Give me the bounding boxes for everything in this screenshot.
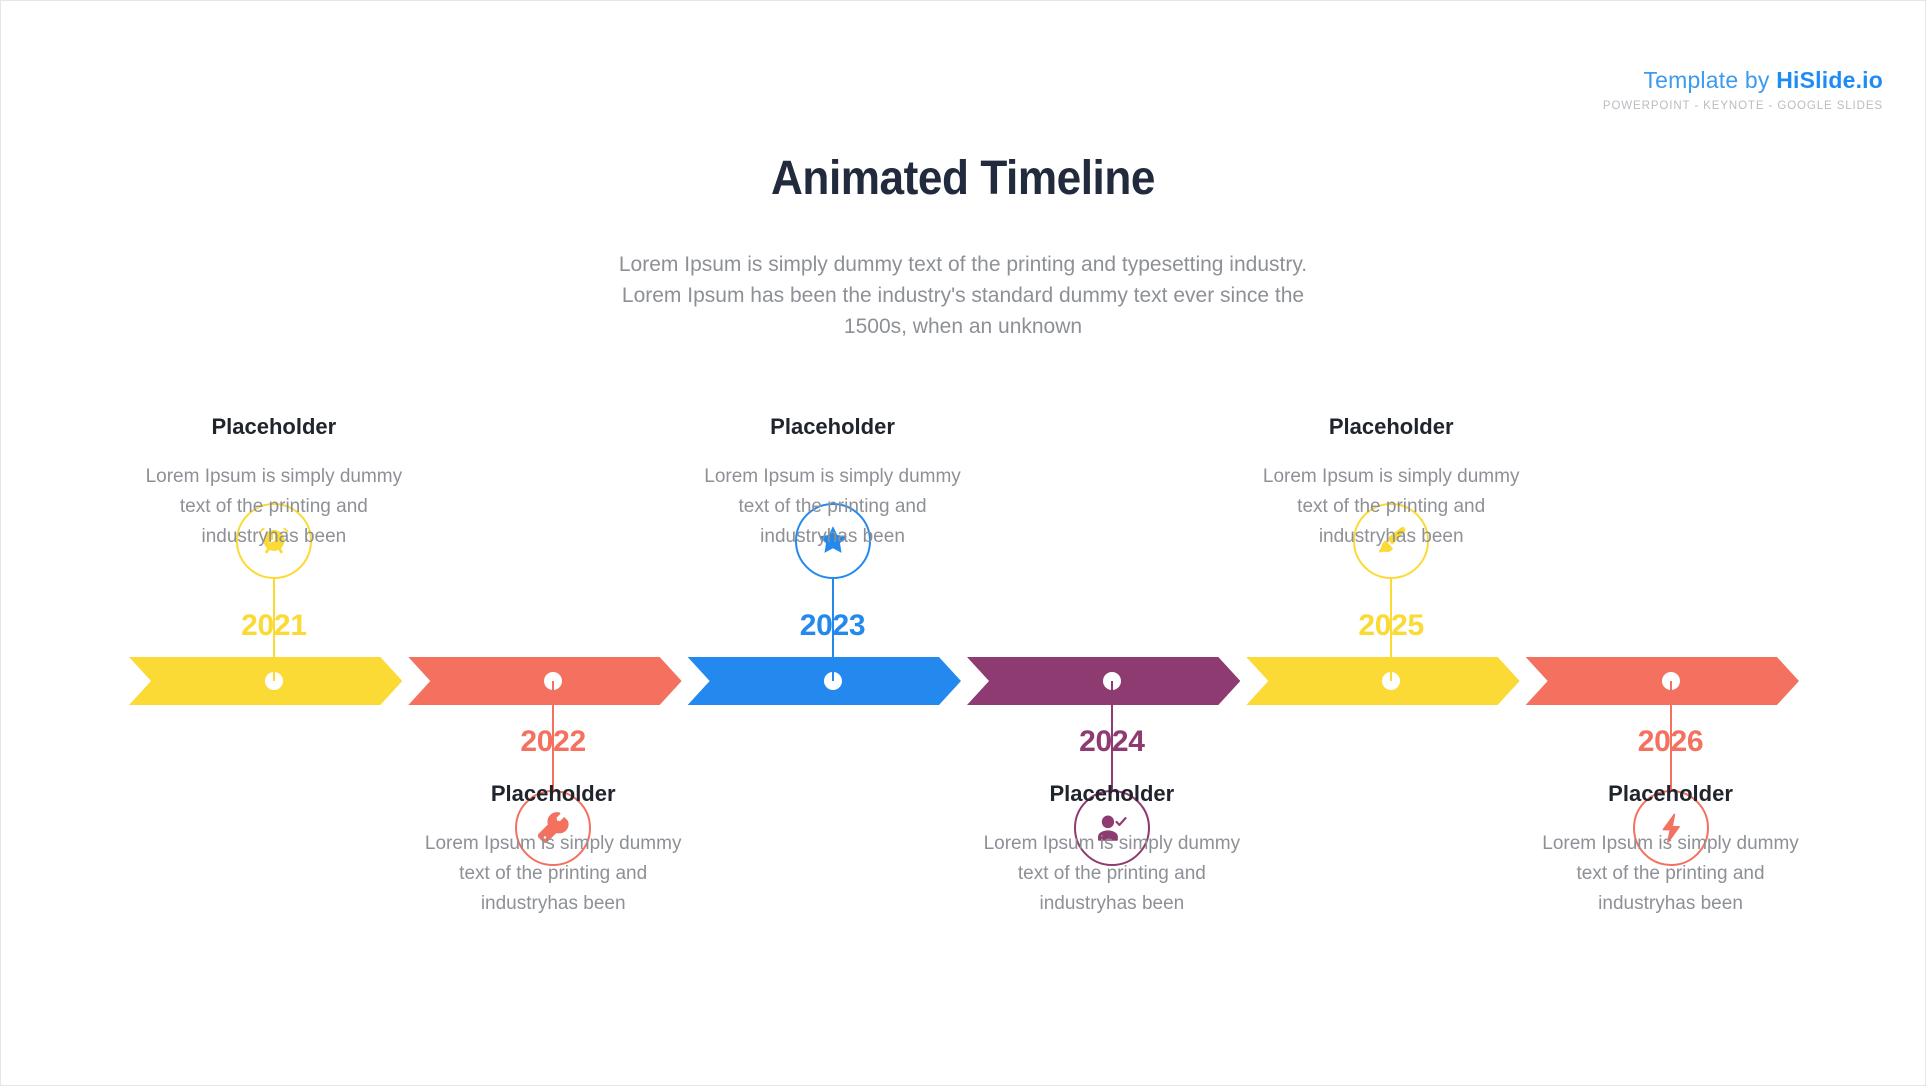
timeline-block-body: Lorem Ipsum is simply dummy text of the … <box>1542 833 1799 914</box>
timeline-text-block-2025: Placeholder Lorem Ipsum is simply dummy t… <box>1256 414 1526 552</box>
timeline-year-2022: 2022 <box>520 725 586 758</box>
timeline-text-block-2023: Placeholder Lorem Ipsum is simply dummy t… <box>698 414 968 552</box>
timeline-block-body: Lorem Ipsum is simply dummy text of the … <box>704 466 961 547</box>
timeline-block-title: Placeholder <box>211 414 337 439</box>
timeline-text-block-2021: Placeholder Lorem Ipsum is simply dummy t… <box>139 414 409 552</box>
timeline-year-2023: 2023 <box>799 609 866 642</box>
timeline-year-2025: 2025 <box>1358 609 1424 642</box>
brand-name: HiSlide.io <box>1776 67 1883 93</box>
timeline-text-block-2022: Placeholder Lorem Ipsum is simply dummy t… <box>418 781 688 919</box>
timeline-block-title: Placeholder <box>770 414 895 439</box>
timeline-block-title: Placeholder <box>1328 414 1454 439</box>
timeline-bar <box>129 657 1805 705</box>
timeline-block-body: Lorem Ipsum is simply dummy text of the … <box>424 833 682 914</box>
timeline-text-block-2024: Placeholder Lorem Ipsum is simply dummy t… <box>977 781 1247 919</box>
timeline-block-title: Placeholder <box>1049 781 1175 806</box>
brand-watermark: Template by HiSlide.io POWERPOINT - KEYN… <box>1603 69 1883 113</box>
timeline-block-title: Placeholder <box>490 781 616 806</box>
slide-canvas: Template by HiSlide.io POWERPOINT - KEYN… <box>0 0 1926 1086</box>
brand-prefix: Template by <box>1643 67 1777 93</box>
page-subtitle: Lorem Ipsum is simply dummy text of the … <box>618 253 1308 338</box>
timeline-block-body: Lorem Ipsum is simply dummy text of the … <box>983 833 1241 914</box>
timeline-text-block-2026: Placeholder Lorem Ipsum is simply dummy t… <box>1536 781 1806 919</box>
page-title: Animated Timeline <box>770 152 1155 205</box>
brand-subline: POWERPOINT - KEYNOTE - GOOGLE SLIDES <box>1602 100 1883 112</box>
timeline-year-2024: 2024 <box>1079 725 1145 758</box>
timeline-block-body: Lorem Ipsum is simply dummy text of the … <box>145 466 403 547</box>
timeline-block-body: Lorem Ipsum is simply dummy text of the … <box>1262 466 1520 547</box>
brand-title: Template by HiSlide.io <box>1603 69 1883 92</box>
timeline-block-title: Placeholder <box>1608 781 1733 806</box>
timeline-year-2021: 2021 <box>241 609 307 642</box>
timeline-year-2026: 2026 <box>1637 725 1704 758</box>
